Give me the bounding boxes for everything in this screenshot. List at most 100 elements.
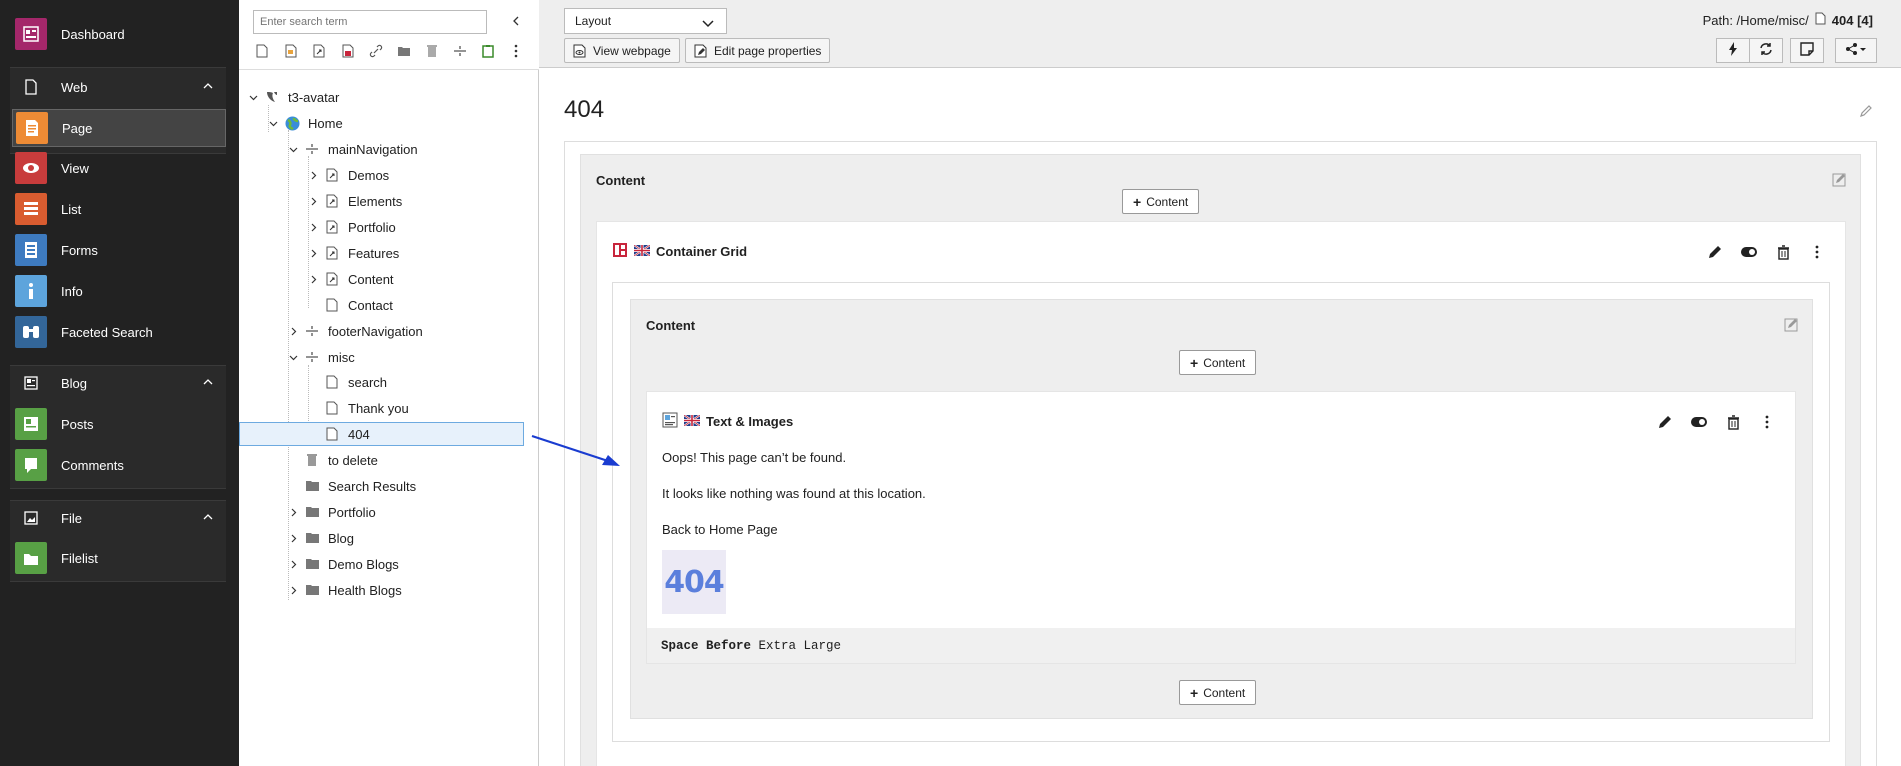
trash-icon[interactable] (1773, 242, 1793, 262)
paste-icon[interactable] (479, 42, 497, 60)
tree-node-label: Portfolio (348, 219, 396, 235)
text-images-element[interactable]: Text & Images Oops! This page can’t be f… (646, 391, 1796, 664)
tree-node-demos[interactable]: Demos (306, 163, 389, 187)
tree-node-content[interactable]: Content (306, 267, 394, 291)
module-page[interactable]: Page (12, 109, 226, 147)
view-webpage-button[interactable]: View webpage (564, 38, 680, 63)
tree-node-label: Blog (328, 530, 355, 546)
spacer-icon[interactable] (451, 42, 469, 60)
shortcut-page-icon (324, 167, 340, 183)
chevron-right-icon[interactable] (306, 246, 320, 260)
tree-node-label: Elements (348, 193, 403, 209)
globe-icon (284, 115, 300, 131)
tree-node-thank-you[interactable]: Thank you (306, 396, 409, 420)
edit-column-icon[interactable] (1784, 318, 1800, 337)
tree-node-portfolio[interactable]: Portfolio (286, 500, 376, 524)
chevron-right-icon[interactable] (306, 272, 320, 286)
module-dashboard[interactable]: Dashboard (12, 15, 226, 53)
trash-icon[interactable] (423, 42, 441, 60)
tree-node-blog[interactable]: Blog (286, 526, 354, 550)
chevron-right-icon[interactable] (286, 324, 300, 338)
reload-button[interactable] (1749, 38, 1783, 63)
chevron-down-icon[interactable] (266, 116, 280, 130)
page-icon (16, 112, 48, 144)
tree-node-elements[interactable]: Elements (306, 189, 402, 213)
tree-node-demo-blogs[interactable]: Demo Blogs (286, 552, 399, 576)
chevron-right-icon[interactable] (286, 531, 300, 545)
404-image: 404 (662, 550, 726, 614)
edit-column-icon[interactable] (1832, 173, 1848, 192)
tree-node-misc[interactable]: misc (286, 345, 355, 369)
chevron-down-icon[interactable] (246, 90, 260, 104)
folder-icon (304, 530, 320, 546)
add-content-button[interactable]: + Content (1122, 189, 1200, 214)
more-vertical-icon[interactable] (1807, 242, 1827, 262)
module-filelist[interactable]: Filelist (12, 539, 226, 577)
chevron-right-icon[interactable] (306, 194, 320, 208)
dashboard-icon (15, 18, 47, 50)
collapse-tree-icon[interactable] (507, 12, 525, 30)
tree-node-contact[interactable]: Contact (306, 293, 393, 317)
more-vertical-icon[interactable] (1757, 412, 1777, 432)
new-page-icon[interactable] (253, 42, 271, 60)
new-mountpoint-icon[interactable] (339, 42, 357, 60)
chevron-right-icon[interactable] (306, 168, 320, 182)
module-group-file-header[interactable]: File (12, 499, 226, 537)
page-tree: t3-avatar Home mainNavigation Demos Elem… (239, 0, 539, 766)
module-faceted-search[interactable]: Faceted Search (12, 313, 226, 351)
new-shortcut-page-icon[interactable] (282, 42, 300, 60)
module-info[interactable]: Info (12, 272, 226, 310)
layout-select[interactable]: Layout (564, 8, 727, 34)
new-link-page-icon[interactable] (310, 42, 328, 60)
tree-node-label: search (348, 374, 388, 390)
container-grid-element[interactable]: Container Grid Content + Content Text & … (596, 221, 1846, 766)
module-posts[interactable]: Posts (12, 405, 226, 443)
tree-node-health-blogs[interactable]: Health Blogs (286, 578, 402, 602)
add-content-button[interactable]: + Content (1179, 350, 1257, 375)
tree-node-search[interactable]: search (306, 370, 387, 394)
tree-node-to-delete[interactable]: to delete (286, 448, 378, 472)
folder-icon[interactable] (395, 42, 413, 60)
chevron-right-icon[interactable] (286, 583, 300, 597)
tree-node-features[interactable]: Features (306, 241, 399, 265)
chevron-down-icon[interactable] (286, 350, 300, 364)
module-group-blog-header[interactable]: Blog (12, 364, 226, 402)
clear-cache-button[interactable] (1716, 38, 1750, 63)
module-comments[interactable]: Comments (12, 446, 226, 484)
tree-node-footernavigation[interactable]: footerNavigation (286, 319, 423, 343)
pencil-icon[interactable] (1859, 104, 1873, 121)
tree-search-input[interactable] (253, 10, 487, 34)
module-list[interactable]: List (12, 190, 226, 228)
tree-node-home[interactable]: Home (266, 111, 343, 135)
bookmark-button[interactable] (1790, 38, 1824, 63)
tree-node-search-results[interactable]: Search Results (286, 474, 416, 498)
more-vertical-icon[interactable] (507, 42, 525, 60)
toggle-icon[interactable] (1739, 242, 1759, 262)
chevron-right-icon[interactable] (306, 220, 320, 234)
tree-toolbar (239, 0, 539, 70)
tree-node-404[interactable]: 404 (306, 422, 370, 446)
tree-node-root[interactable]: t3-avatar (246, 85, 339, 109)
footer-key: Space Before (661, 638, 752, 653)
module-view[interactable]: View (12, 149, 226, 187)
toggle-icon[interactable] (1689, 412, 1709, 432)
chevron-down-icon[interactable] (286, 142, 300, 156)
link-icon[interactable] (367, 42, 385, 60)
module-label: Filelist (61, 550, 98, 566)
tree-node-portfolio-sub[interactable]: Portfolio (306, 215, 396, 239)
module-group-web-header[interactable]: Web (12, 68, 226, 106)
trash-icon[interactable] (1723, 412, 1743, 432)
module-forms[interactable]: Forms (12, 231, 226, 269)
tree-node-mainnavigation[interactable]: mainNavigation (286, 137, 418, 161)
tree-node-label: Search Results (328, 478, 417, 494)
pencil-icon[interactable] (1655, 412, 1675, 432)
edit-page-properties-button[interactable]: Edit page properties (685, 38, 831, 63)
add-content-button[interactable]: + Content (1179, 680, 1257, 705)
spacer-icon (304, 141, 320, 157)
chevron-right-icon[interactable] (286, 557, 300, 571)
share-button[interactable] (1835, 38, 1877, 63)
pencil-icon[interactable] (1705, 242, 1725, 262)
chevron-right-icon[interactable] (286, 505, 300, 519)
module-label: Posts (61, 416, 94, 432)
